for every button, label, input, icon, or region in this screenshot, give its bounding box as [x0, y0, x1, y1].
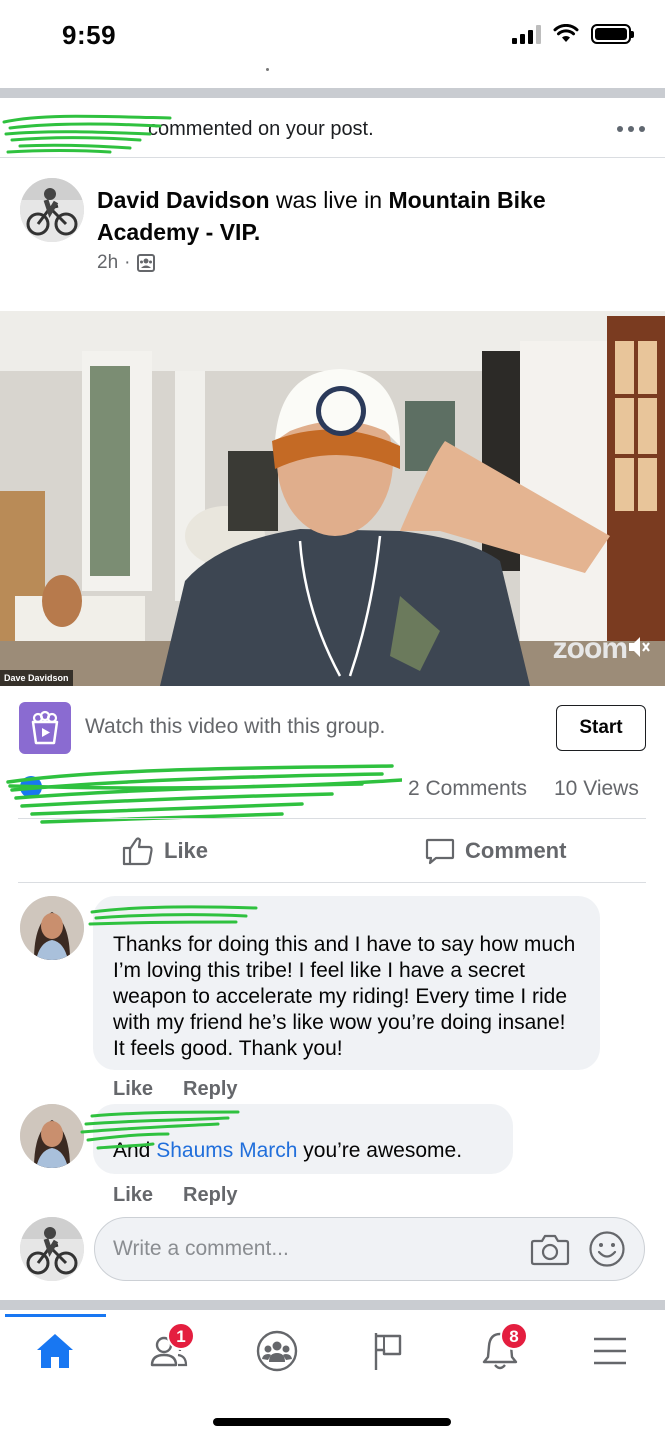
comment-reply-link[interactable]: Reply [183, 1078, 237, 1101]
notifications-badge: 8 [500, 1322, 528, 1350]
divider [18, 882, 646, 883]
commenter-avatar[interactable] [20, 1104, 84, 1168]
comment-bubble: And Shaums March you’re awesome. [93, 1104, 513, 1174]
comment-text: And Shaums March you’re awesome. [113, 1139, 463, 1162]
meta-separator: · [124, 252, 131, 273]
status-time: 9:59 [62, 20, 117, 50]
speaker-name-label: Dave Davidson [0, 670, 73, 686]
mention-link[interactable]: Shaums March [156, 1139, 297, 1162]
comment-author-redacted[interactable] [113, 1118, 493, 1138]
tab-groups[interactable] [247, 1324, 307, 1378]
watch-party-row: Watch this video with this group. Start [0, 700, 665, 756]
hamburger-menu-icon [594, 1337, 626, 1365]
section-divider [0, 1300, 665, 1310]
views-count: 10 Views [554, 777, 639, 800]
tab-menu[interactable] [580, 1324, 640, 1378]
comment-text: Thanks for doing this and I have to say … [113, 933, 576, 1060]
comment-input-placeholder: Write a comment... [113, 1237, 289, 1260]
camera-icon[interactable] [530, 1231, 570, 1267]
more-options-icon[interactable] [617, 126, 645, 132]
reaction-icon[interactable] [20, 776, 42, 798]
live-video[interactable]: Dave Davidson zoom [0, 311, 665, 686]
post-title: David Davidson was live in Mountain Bike… [97, 184, 637, 248]
redaction-scribble [6, 764, 402, 824]
url-indicator [266, 68, 269, 71]
wifi-icon [553, 24, 579, 42]
groups-icon [256, 1330, 298, 1372]
my-avatar[interactable] [20, 1217, 84, 1281]
comment-bubble-icon [425, 838, 455, 865]
post-meta: 2h · [97, 252, 156, 274]
watch-party-text: Watch this video with this group. [85, 715, 386, 738]
author-avatar[interactable] [20, 178, 84, 242]
bottom-tab-bar: 1 8 [0, 1310, 665, 1390]
comments-count[interactable]: 2 Comments [408, 777, 527, 801]
post-actions: Like Comment [0, 822, 665, 882]
like-label: Like [164, 838, 209, 863]
friends-badge: 1 [167, 1322, 195, 1350]
video-frame [0, 311, 665, 686]
notification-row[interactable]: commented on your post. [0, 100, 665, 158]
comment-author-redacted[interactable] [113, 910, 580, 932]
post-author-name[interactable]: David Davidson [97, 187, 270, 213]
battery-icon [591, 24, 634, 44]
cellular-signal-icon [512, 24, 541, 44]
speaker-muted-icon[interactable] [627, 634, 651, 666]
comment-like-link[interactable]: Like [113, 1078, 153, 1101]
comment-reply-link[interactable]: Reply [183, 1184, 237, 1207]
home-icon [37, 1334, 73, 1368]
comment-composer: Write a comment... [0, 1212, 665, 1284]
tab-notifications[interactable]: 8 [470, 1322, 530, 1378]
home-indicator[interactable] [213, 1418, 451, 1426]
comment-label: Comment [465, 838, 567, 863]
post-header: David Davidson was live in Mountain Bike… [0, 170, 665, 290]
post-time[interactable]: 2h [97, 252, 118, 274]
comment-button[interactable]: Comment [425, 836, 566, 866]
comment-input[interactable]: Write a comment... [94, 1217, 645, 1281]
divider [18, 818, 646, 819]
status-icons [512, 24, 634, 44]
watch-party-icon [19, 702, 71, 754]
tab-pages[interactable] [358, 1324, 418, 1378]
emoji-icon[interactable] [588, 1230, 626, 1268]
comment-actions: Like Reply [113, 1078, 238, 1101]
comment-bubble: Thanks for doing this and I have to say … [93, 896, 600, 1070]
thumbs-up-icon [122, 837, 153, 866]
commenter-avatar[interactable] [20, 896, 84, 960]
active-tab-indicator [5, 1314, 106, 1317]
post-summary-row: 2 Comments 10 Views [0, 764, 665, 824]
comment-actions: Like Reply [113, 1184, 238, 1207]
tab-home[interactable] [25, 1324, 85, 1378]
comment-like-link[interactable]: Like [113, 1184, 153, 1207]
like-button[interactable]: Like [122, 836, 208, 866]
notification-text: commented on your post. [148, 118, 374, 140]
section-divider [0, 88, 665, 98]
zoom-logo: zoom [552, 632, 628, 665]
post-verb: was live in [275, 187, 383, 213]
start-watch-party-button[interactable]: Start [556, 705, 646, 751]
flag-icon [374, 1333, 402, 1370]
group-privacy-icon [137, 254, 156, 272]
tab-friends[interactable]: 1 [137, 1322, 197, 1378]
status-bar: 9:59 [0, 0, 665, 72]
